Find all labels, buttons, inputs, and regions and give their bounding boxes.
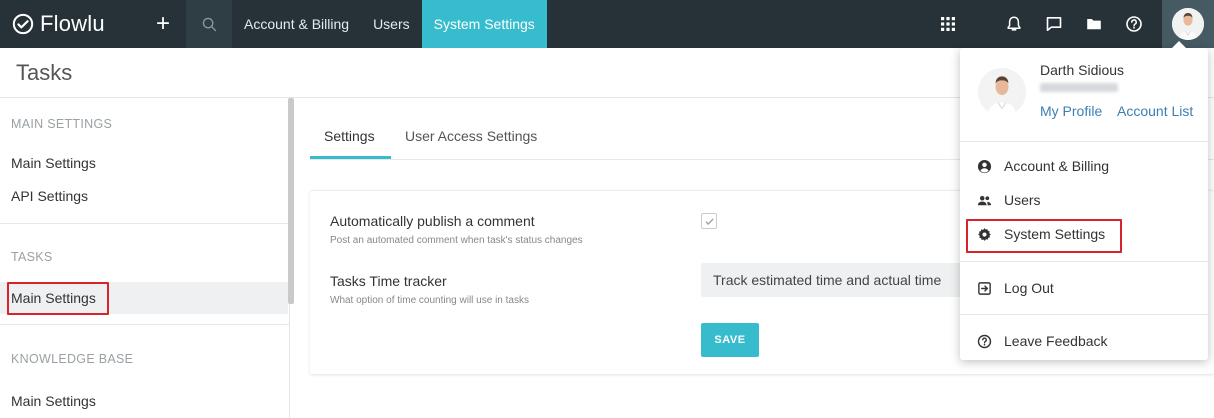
users-icon: [976, 192, 992, 208]
menu-divider: [960, 314, 1208, 315]
user-avatar: [978, 68, 1026, 116]
time-tracker-select[interactable]: Track estimated time and actual time: [701, 263, 1001, 297]
nav-tab-users[interactable]: Users: [361, 0, 422, 48]
field-label-publish-comment: Automatically publish a comment: [330, 213, 535, 229]
menu-item-log-out[interactable]: Log Out: [976, 275, 1192, 301]
menu-caret: [1172, 41, 1186, 48]
field-hint-time-tracker: What option of time counting will use in…: [330, 295, 529, 306]
logo-text: Flowlu: [40, 11, 105, 36]
menu-item-label: Users: [1004, 192, 1041, 208]
sidebar-section-tasks: TASKS: [11, 250, 53, 264]
help-icon: [976, 333, 992, 349]
user-name: Darth Sidious: [1040, 62, 1125, 78]
avatar-image: [1172, 8, 1204, 40]
logo[interactable]: Flowlu: [0, 0, 140, 48]
active-tab-indicator: [310, 156, 391, 159]
sidebar: MAIN SETTINGS Main Settings API Settings…: [0, 98, 290, 418]
menu-item-label: Log Out: [1004, 280, 1054, 296]
folder-icon[interactable]: [1074, 0, 1114, 48]
check-circle-icon: [12, 13, 34, 35]
save-button[interactable]: SAVE: [701, 323, 759, 357]
sidebar-scrollbar[interactable]: [288, 98, 294, 304]
logout-icon: [976, 280, 992, 296]
highlight-box-system-settings: [966, 219, 1122, 253]
menu-item-account-billing[interactable]: Account & Billing: [976, 153, 1192, 179]
sidebar-item-main-settings[interactable]: Main Settings: [0, 147, 288, 179]
menu-divider: [960, 141, 1208, 142]
user-email-blurred: [1040, 83, 1118, 92]
menu-divider: [960, 261, 1208, 262]
page-title: Tasks: [16, 60, 73, 85]
nav-tab-account-billing[interactable]: Account & Billing: [232, 0, 361, 48]
sidebar-item-api-settings[interactable]: API Settings: [0, 180, 288, 212]
menu-item-leave-feedback[interactable]: Leave Feedback: [976, 328, 1192, 354]
menu-item-users[interactable]: Users: [976, 187, 1192, 213]
account-list-link[interactable]: Account List: [1117, 103, 1193, 119]
sidebar-section-main-settings: MAIN SETTINGS: [11, 117, 113, 131]
sidebar-section-knowledge-base: KNOWLEDGE BASE: [11, 352, 134, 366]
highlight-box-sidebar: [7, 282, 109, 315]
user-menu: Darth Sidious My Profile Account List Ac…: [960, 41, 1208, 360]
bell-icon[interactable]: [994, 0, 1034, 48]
sidebar-divider: [0, 223, 290, 224]
tab-user-access-settings[interactable]: User Access Settings: [405, 128, 537, 144]
field-label-time-tracker: Tasks Time tracker: [330, 273, 447, 289]
sidebar-divider: [0, 324, 290, 325]
avatar[interactable]: [1162, 0, 1214, 48]
menu-item-label: Account & Billing: [1004, 158, 1110, 174]
check-icon: [704, 217, 714, 225]
publish-comment-checkbox[interactable]: [701, 213, 717, 229]
nav-tab-system-settings[interactable]: System Settings: [421, 0, 547, 48]
plus-icon[interactable]: +: [140, 0, 186, 48]
help-icon[interactable]: [1114, 0, 1154, 48]
apps-grid-icon[interactable]: [928, 0, 968, 48]
tab-settings[interactable]: Settings: [324, 128, 375, 144]
menu-item-label: Leave Feedback: [1004, 333, 1108, 349]
search-icon[interactable]: [186, 0, 232, 48]
my-profile-link[interactable]: My Profile: [1040, 103, 1102, 119]
field-hint-publish-comment: Post an automated comment when task's st…: [330, 235, 583, 246]
account-circle-icon: [976, 158, 992, 174]
sidebar-item-kb-main-settings[interactable]: Main Settings: [0, 385, 288, 417]
top-bar: Flowlu + Account & Billing Users System …: [0, 0, 1214, 48]
chat-icon[interactable]: [1034, 0, 1074, 48]
